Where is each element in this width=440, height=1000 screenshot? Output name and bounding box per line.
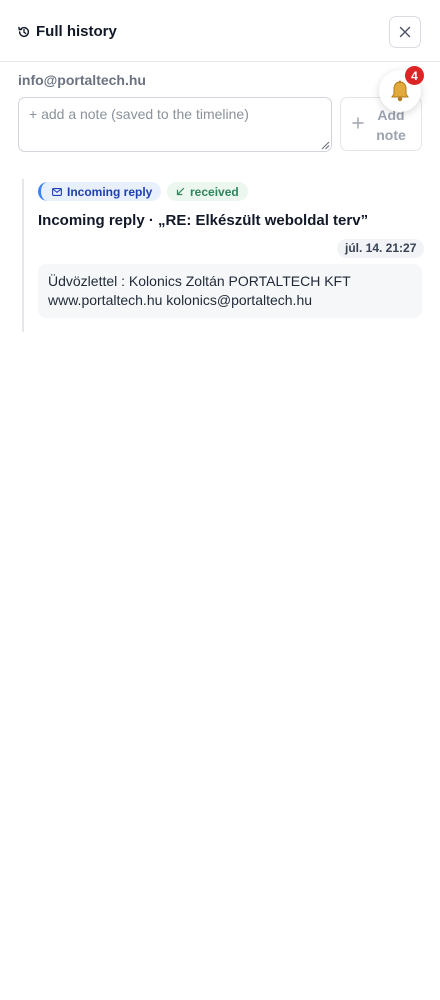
entry-timestamp: júl. 14. 21:27 — [337, 239, 425, 258]
arrow-down-left-icon — [176, 187, 185, 196]
entry-body: Üdvözlettel : Kolonics Zoltán PORTALTECH… — [38, 264, 422, 318]
notification-count-badge: 4 — [405, 66, 424, 85]
note-input[interactable] — [18, 97, 332, 152]
mail-icon — [52, 187, 62, 196]
contact-email: info@portaltech.hu — [18, 72, 146, 88]
entry-title: Incoming reply · „RE: Elkészült weboldal… — [38, 212, 369, 229]
entry-status-label: received — [190, 184, 239, 199]
entry-type-label: Incoming reply — [67, 184, 153, 199]
timeline-line — [22, 179, 24, 332]
close-button[interactable] — [389, 16, 421, 48]
panel-header: Full history — [0, 0, 440, 62]
close-icon — [399, 26, 411, 38]
page-title: Full history — [36, 23, 117, 40]
history-icon — [18, 26, 30, 38]
entry-type-badge: Incoming reply — [38, 182, 162, 201]
plus-icon — [352, 117, 364, 129]
entry-status-badge: received — [167, 182, 248, 201]
resize-handle-icon[interactable] — [321, 141, 330, 150]
